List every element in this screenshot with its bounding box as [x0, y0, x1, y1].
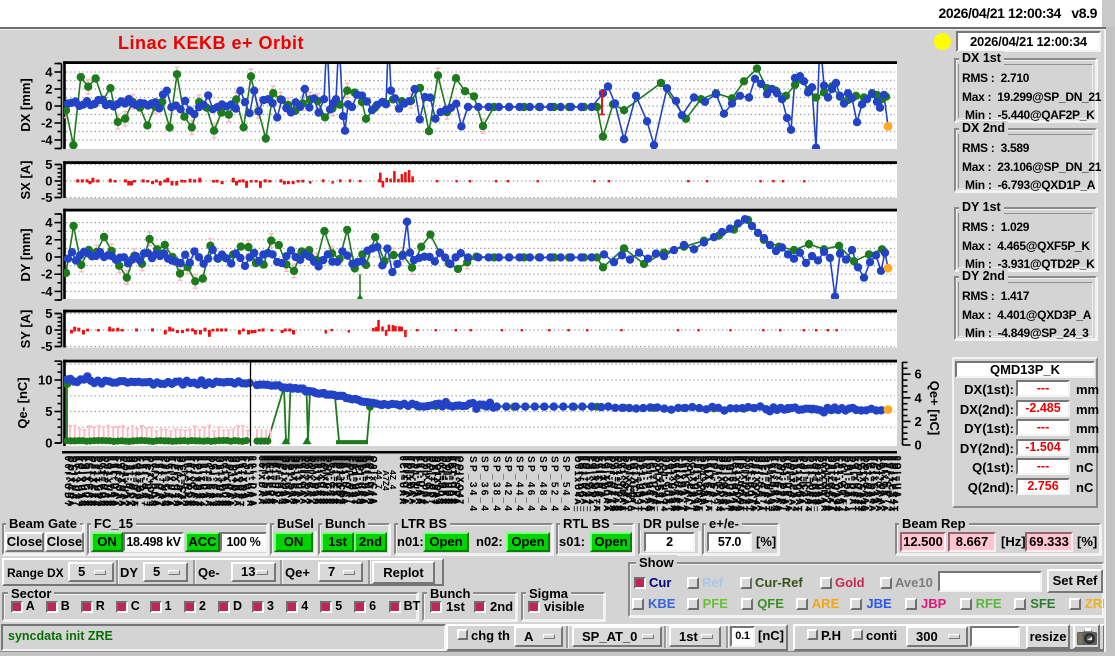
- svg-text:4: 4: [45, 65, 53, 80]
- svg-text:00l+DAA: 00l+DAA: [249, 456, 258, 506]
- svg-text:2: 2: [915, 414, 922, 429]
- svg-text:0: 0: [45, 323, 52, 338]
- svg-text:DY [mm]: DY [mm]: [18, 228, 33, 281]
- svg-text:Qe+ [nC]: Qe+ [nC]: [927, 381, 942, 436]
- svg-text:2: 2: [45, 82, 52, 97]
- svg-text:0: 0: [915, 438, 922, 453]
- svg-text:-2: -2: [41, 267, 53, 282]
- svg-text:SP_44_4: SP_44_4: [514, 456, 525, 511]
- svg-text:5: 5: [45, 404, 52, 419]
- svg-text:5: 5: [45, 306, 52, 321]
- svg-text:SY [A]: SY [A]: [18, 310, 33, 349]
- svg-text:-2: -2: [41, 116, 53, 131]
- svg-text:0: 0: [45, 174, 52, 189]
- svg-text:OO1+UA7: OO1+UA7: [121, 456, 130, 507]
- svg-text:0: 0: [45, 250, 52, 265]
- svg-text:2: 2: [45, 232, 52, 247]
- svg-text:SP_46_4: SP_46_4: [525, 456, 536, 511]
- svg-text:-4: -4: [41, 284, 53, 299]
- svg-text:10: 10: [38, 373, 52, 388]
- svg-text:0OI=UA__: 0OI=UA__: [893, 456, 902, 512]
- svg-text:4Z_4: 4Z_4: [388, 470, 398, 490]
- svg-text:SX [A]: SX [A]: [18, 161, 33, 200]
- svg-text:SP_34_4: SP_34_4: [467, 456, 478, 511]
- svg-text:SP_52_4: SP_52_4: [549, 456, 560, 511]
- svg-text:4: 4: [45, 215, 53, 230]
- svg-text:DX [mm]: DX [mm]: [18, 78, 33, 131]
- svg-text:-5: -5: [41, 190, 53, 205]
- svg-text:SP_48_4: SP_48_4: [537, 456, 548, 511]
- svg-text:SP_54_4: SP_54_4: [560, 456, 571, 511]
- svg-text:SP_42_4: SP_42_4: [502, 456, 513, 511]
- svg-text:4: 4: [915, 390, 923, 405]
- svg-text:0: 0: [45, 436, 52, 451]
- svg-text:0: 0: [45, 99, 52, 114]
- svg-text:5: 5: [45, 157, 52, 172]
- svg-text:-5: -5: [41, 339, 53, 354]
- svg-text:SP_38_4: SP_38_4: [490, 456, 501, 511]
- svg-text:Qe- [nC]: Qe- [nC]: [15, 377, 30, 428]
- svg-text:SP_36_4: SP_36_4: [479, 456, 490, 511]
- svg-text:6: 6: [915, 367, 922, 382]
- svg-text:-4: -4: [41, 133, 53, 148]
